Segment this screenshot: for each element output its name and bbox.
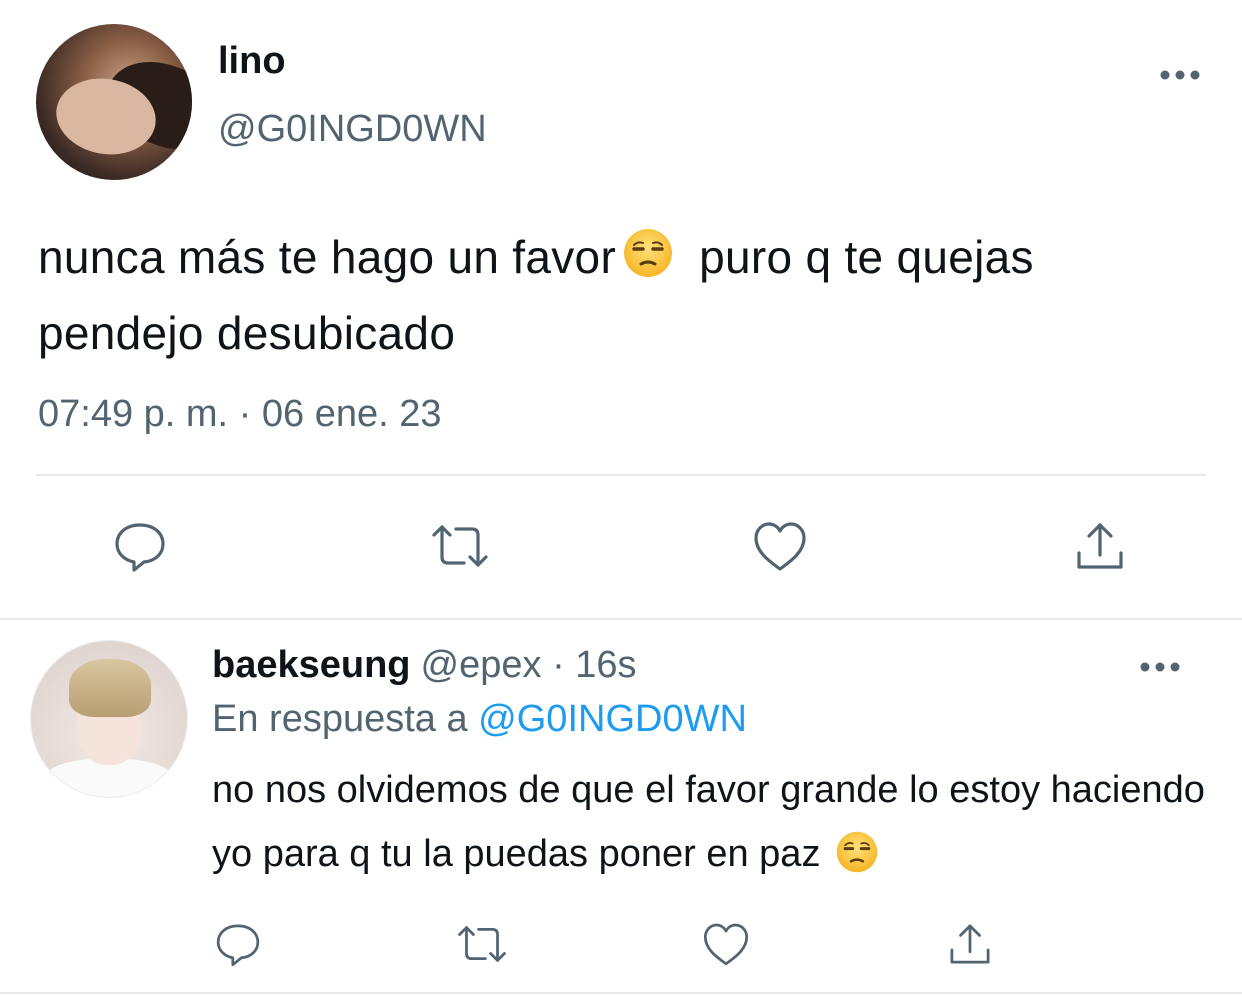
unamused-face-icon [835, 830, 879, 894]
reply-like-button[interactable] [694, 912, 758, 976]
like-button[interactable] [748, 514, 812, 578]
divider [36, 474, 1206, 476]
bottom-divider [0, 992, 1242, 994]
reply-retweet-button[interactable] [450, 912, 514, 976]
reply-author-handle[interactable]: @epex · 16s [421, 644, 637, 686]
reply-more-options-icon[interactable] [1140, 660, 1180, 672]
reply-header: baekseung @epex · 16s [212, 644, 637, 687]
share-button[interactable] [1068, 514, 1132, 578]
replying-to-prefix: En respuesta a [212, 698, 479, 740]
replying-to: En respuesta a @G0INGD0WN [212, 698, 747, 741]
reply-text: no nos olvidemos de que el favor grande … [212, 758, 1212, 894]
replying-to-mention[interactable]: @G0INGD0WN [478, 698, 747, 740]
section-divider [0, 618, 1242, 620]
share-icon [1077, 523, 1123, 569]
avatar-hair [69, 659, 151, 717]
like-icon [754, 522, 806, 571]
more-options-icon[interactable] [1160, 68, 1200, 80]
author-name[interactable]: lino [218, 40, 286, 83]
like-icon [703, 923, 749, 966]
reply-button[interactable] [108, 514, 172, 578]
unamused-face-icon [622, 227, 674, 298]
reply-author-avatar[interactable] [30, 640, 188, 798]
tweet-timestamp[interactable]: 07:49 p. m. · 06 ene. 23 [38, 393, 442, 436]
retweet-button[interactable] [428, 514, 492, 578]
author-avatar[interactable] [36, 24, 192, 180]
author-handle[interactable]: @G0INGD0WN [218, 108, 487, 151]
reply-icon [115, 523, 165, 572]
tweet-text-part1: nunca más te hago un favor [38, 231, 617, 283]
reply-text-body: no nos olvidemos de que el favor grande … [212, 769, 1205, 875]
reply-author-name[interactable]: baekseung [212, 644, 411, 686]
retweet-icon [458, 926, 506, 962]
share-icon [950, 924, 990, 964]
reply-share-button[interactable] [938, 912, 1002, 976]
tweet-text: nunca más te hago un favor puro q te que… [38, 222, 1188, 368]
reply-reply-button[interactable] [206, 912, 270, 976]
retweet-icon [432, 525, 488, 567]
reply-icon [216, 924, 260, 967]
